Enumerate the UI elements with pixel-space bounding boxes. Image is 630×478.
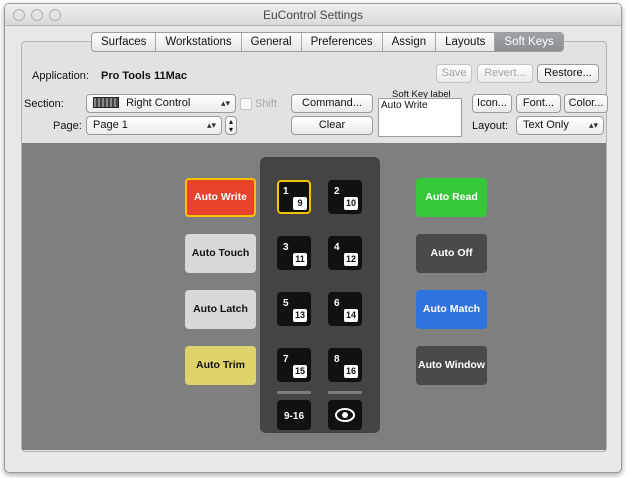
keypad-pad-4[interactable]: 4 12 [328,236,362,270]
command-button[interactable]: Command... [291,94,373,113]
page-label: Page: [53,120,82,132]
application-value: Pro Tools 11Mac [101,70,187,82]
clear-button[interactable]: Clear [291,116,373,135]
popup-arrows-icon: ▴▾ [220,98,230,108]
revert-button[interactable]: Revert... [477,64,533,83]
tab-preferences[interactable]: Preferences [302,33,383,51]
shift-checkbox[interactable] [240,98,252,110]
pad-number: 4 [334,242,340,253]
pad-alt-number: 13 [293,309,307,322]
soft-key-auto-trim[interactable]: Auto Trim [185,346,256,385]
pad-number: 2 [334,186,340,197]
tab-workstations[interactable]: Workstations [156,33,242,51]
page-stepper[interactable]: ▴ ▾ [225,116,237,135]
application-label: Application: [32,70,89,82]
restore-button[interactable]: Restore... [537,64,599,83]
pad-number: 6 [334,298,340,309]
pad-number: 1 [283,186,289,197]
section-label: Section: [24,98,64,110]
pad-alt-number: 9 [293,197,307,210]
tab-soft-keys[interactable]: Soft Keys [495,33,563,51]
layout-value: Text Only [523,119,569,131]
soft-keys-panel: Application: Pro Tools 11Mac Save Revert… [21,41,608,452]
window-title: EuControl Settings [262,8,364,22]
tab-general[interactable]: General [242,33,302,51]
soft-key-auto-window[interactable]: Auto Window [416,346,487,385]
pad-alt-number: 10 [344,197,358,210]
pad-alt-number: 15 [293,365,307,378]
section-select[interactable]: Right Control ▴▾ [86,94,236,113]
keypad-pad-3[interactable]: 3 11 [277,236,311,270]
pad-alt-number: 16 [344,365,358,378]
soft-key-auto-touch[interactable]: Auto Touch [185,234,256,273]
soft-key-label-field[interactable]: Auto Write [378,98,462,137]
pad-alt-number: 11 [293,253,307,266]
tab-layouts[interactable]: Layouts [436,33,496,51]
icon-button[interactable]: Icon... [472,94,512,113]
popup-arrows-icon: ▴▾ [206,120,216,130]
pad-number: 7 [283,354,289,365]
layout-select[interactable]: Text Only ▴▾ [516,116,604,135]
pad-number: 8 [334,354,340,365]
keypad-pad-1[interactable]: 19 [277,180,311,214]
soft-key-auto-write[interactable]: Auto Write [185,178,256,217]
soft-key-auto-read[interactable]: Auto Read [416,178,487,217]
keypad-pad-8[interactable]: 8 16 [328,348,362,382]
font-button[interactable]: Font... [516,94,561,113]
pad-number: 5 [283,298,289,309]
tab-bar: Surfaces Workstations General Preferences As… [91,32,564,52]
shift-label: Shift [255,98,278,110]
page-value: Page 1 [93,119,128,131]
keypad: 1 9 2 10 3 11 4 12 5 13 6 14 7 15 8 16 9-16 [260,157,380,433]
settings-window: EuControl Settings Application: Pro Tool… [4,3,622,473]
bank-9-16-button[interactable]: 9-16 [277,400,311,430]
pad-alt-number: 12 [344,253,358,266]
section-value: Right Control [126,97,191,109]
save-button[interactable]: Save [436,64,472,83]
page-select[interactable]: Page 1 ▴▾ [86,116,222,135]
soft-key-auto-match[interactable]: Auto Match [416,290,487,329]
eye-icon [335,408,355,422]
pad-number: 3 [283,242,289,253]
tab-assign[interactable]: Assign [383,33,437,51]
section-device-icon [93,97,119,108]
color-button[interactable]: Color... [564,94,608,113]
eye-button[interactable] [328,400,362,430]
soft-key-auto-off[interactable]: Auto Off [416,234,487,273]
keypad-pad-6[interactable]: 6 14 [328,292,362,326]
soft-key-auto-latch[interactable]: Auto Latch [185,290,256,329]
bank-label: 9-16 [283,411,304,422]
soft-keys-preview: 1 9 2 10 3 11 4 12 5 13 6 14 7 15 8 16 9-16 Auto Write Au… [22,143,606,450]
popup-arrows-icon: ▴▾ [588,120,598,130]
title-bar: EuControl Settings [5,4,621,26]
keypad-divider [328,391,362,394]
layout-label: Layout: [472,120,509,132]
keypad-pad-7[interactable]: 7 15 [277,348,311,382]
keypad-divider [277,391,311,394]
pad-alt-number: 14 [344,309,358,322]
keypad-pad-2[interactable]: 2 10 [328,180,362,214]
tab-surfaces[interactable]: Surfaces [92,33,157,51]
keypad-pad-5[interactable]: 5 13 [277,292,311,326]
